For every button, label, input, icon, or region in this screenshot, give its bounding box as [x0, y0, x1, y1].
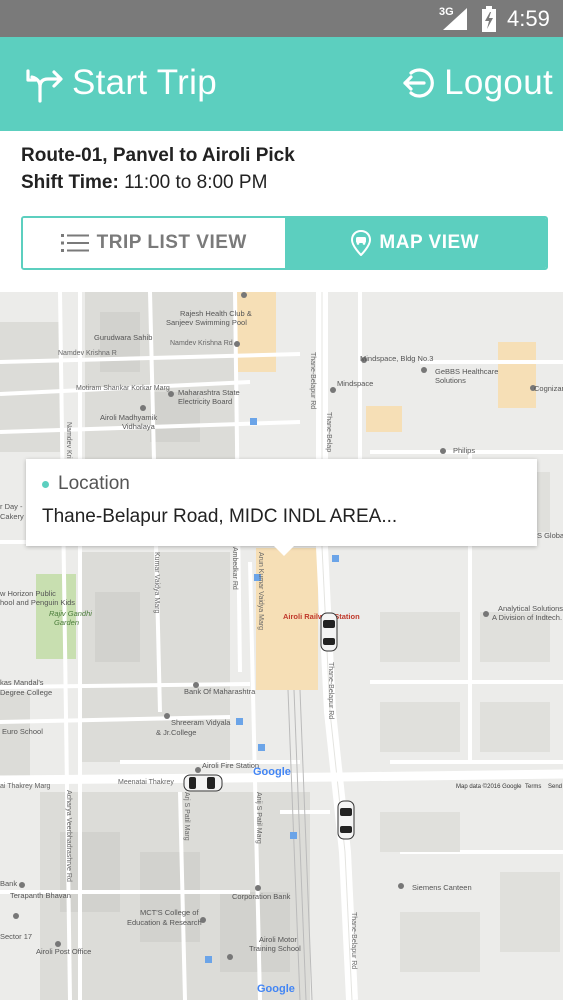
shift-time-label: Shift Time: [21, 172, 119, 193]
map-label-arun-kumar: Arun Kumar Vaidya Marg [257, 552, 264, 631]
shift-time-value: 11:00 to 8:00 PM [124, 172, 268, 193]
logout-button[interactable]: Logout [402, 59, 553, 107]
google-logo: Google [253, 766, 291, 778]
tab-trip-list-label: TRIP LIST VIEW [96, 232, 247, 253]
map-label-horizon-2: hool and Penguin Kids [0, 598, 76, 607]
map-label-sector17: Sector 17 [0, 932, 33, 941]
map-label-shreeram-2: & Jr.College [156, 728, 197, 737]
directions-fork-icon [26, 69, 63, 103]
location-popup-header: Location [42, 473, 130, 495]
tab-trip-list-view[interactable]: TRIP LIST VIEW [23, 218, 285, 268]
map-label-mcts-2: Education & Research [127, 918, 202, 927]
map-label-gebbs-2: Solutions [435, 376, 466, 385]
view-toggle: TRIP LIST VIEW MAP VIEW [21, 216, 548, 270]
tab-map-view[interactable]: MAP VIEW [284, 218, 546, 268]
map-label-veerbhadra: Acharya Veerbhadrashrve Rd [65, 790, 72, 882]
map-label-sanjeev: Sanjeev Swimming Pool [166, 318, 247, 327]
google-logo-bottom: Google [257, 983, 295, 995]
location-dot-icon [42, 480, 49, 488]
map-view[interactable]: Rajesh Health Club & Sanjeev Swimming Po… [0, 292, 563, 1000]
map-label-namdev-krishna: Namdev Krishna R [58, 350, 117, 357]
tab-map-label: MAP VIEW [379, 232, 480, 253]
shift-time-row: Shift Time: 11:00 to 8:00 PM [21, 172, 551, 194]
map-label-msedb-2: Electricity Board [178, 397, 233, 406]
map-label-philips: Philips [453, 446, 476, 455]
route-info: Route-01, Panvel to Airoli Pick Shift Ti… [21, 145, 551, 194]
start-trip-label: Start Trip [72, 63, 217, 102]
location-popup-title: Location [58, 473, 130, 494]
map-label-motor-2: Training School [249, 944, 301, 953]
map-label-cakery: Cakery [0, 512, 24, 521]
map-label-fire-station: Airoli Fire Station [202, 761, 260, 770]
car-marker-1[interactable] [320, 612, 338, 652]
map-label-shreeram: Shreeram Vidyala [171, 718, 231, 727]
map-label-euro-school: Euro School [2, 727, 43, 736]
map-label-day: r Day - [0, 502, 23, 511]
map-label-namdev-kri: Namdev Kri [65, 422, 72, 459]
start-trip-button[interactable]: Start Trip [24, 59, 217, 107]
map-label-terms[interactable]: Terms [525, 784, 541, 791]
map-label-kumar-marg: Kumar Vaidya Marg [153, 552, 160, 614]
car-marker-3[interactable] [183, 774, 223, 792]
map-label-motiram: Motiram Shankar Korkar Marg [76, 385, 170, 392]
map-label-map-data: Map data ©2016 Google [456, 784, 522, 790]
app-bar: Start Trip Logout [0, 37, 563, 131]
map-label-thakrey-left: ai Thakrey Marg [0, 783, 51, 790]
map-label-corp-bank: Corporation Bank [232, 892, 291, 901]
map-label-cognizant: Cognizan [534, 384, 563, 393]
map-label-s-global: S Global [537, 531, 563, 540]
map-label-thane-belapur-3: Thane-Belapur Rd [327, 662, 334, 720]
logout-icon [403, 68, 435, 98]
list-icon [60, 233, 89, 253]
map-label-mindspace: Mindspace [337, 379, 374, 388]
map-label-siemens: Siemens Canteen [412, 883, 472, 892]
map-label-terapanth: Terapanth Bhavan [10, 891, 71, 900]
map-label-arj-patil: Arj S Patil Marg [183, 792, 190, 841]
map-pin-car-icon [351, 230, 372, 256]
car-marker-2[interactable] [337, 800, 355, 840]
map-label-kas: kas Mandal's [0, 678, 44, 687]
map-label-thane-belapur-2: Thane-Belap [325, 412, 332, 453]
map-label-garden: Garden [54, 618, 80, 627]
map-label-bank: Bank [0, 879, 18, 888]
map-label-namdev-krishna-rd: Namdev Krishna Rd [170, 340, 233, 347]
map-label-analytical-2: A Division of Indtech. [492, 613, 563, 622]
map-label-thane-belapur-4: Thane-Belapur Rd [350, 912, 357, 970]
map-label-send[interactable]: Send [548, 784, 562, 791]
battery-charging-icon [482, 6, 496, 32]
logout-label: Logout [444, 63, 553, 102]
map-label-vidhalaya: Vidhalaya [122, 422, 155, 431]
map-label-bom: Bank Of Maharashtra [184, 687, 256, 696]
map-label-mcts: MCT'S College of [140, 908, 199, 917]
map-label-post-office: Airoli Post Office [36, 947, 92, 956]
map-label-mindspace-bldg: Mindspace, Bldg No.3 [360, 354, 434, 363]
location-popup[interactable]: Location Thane-Belapur Road, MIDC INDL A… [26, 459, 537, 556]
location-address: Thane-Belapur Road, MIDC INDL AREA... [42, 506, 398, 527]
map-label-anij-patil: Anij S Patil Marg [255, 792, 262, 844]
route-title: Route-01, Panvel to Airoli Pick [21, 145, 295, 166]
map-label-thakrey: Meenatai Thakrey [118, 779, 174, 786]
map-label-gurudwara: Gurudwara Sahib [94, 333, 153, 342]
map-label-thane-belapur-1: Thane-Belapur Rd [309, 352, 316, 410]
signal-icon [443, 8, 467, 30]
status-bar: 3G 4:59 [0, 0, 563, 37]
map-label-ambedkar: Ambedkar Rd [231, 547, 238, 590]
map-label-kas-2: Degree College [0, 688, 53, 697]
clock: 4:59 [507, 6, 550, 31]
